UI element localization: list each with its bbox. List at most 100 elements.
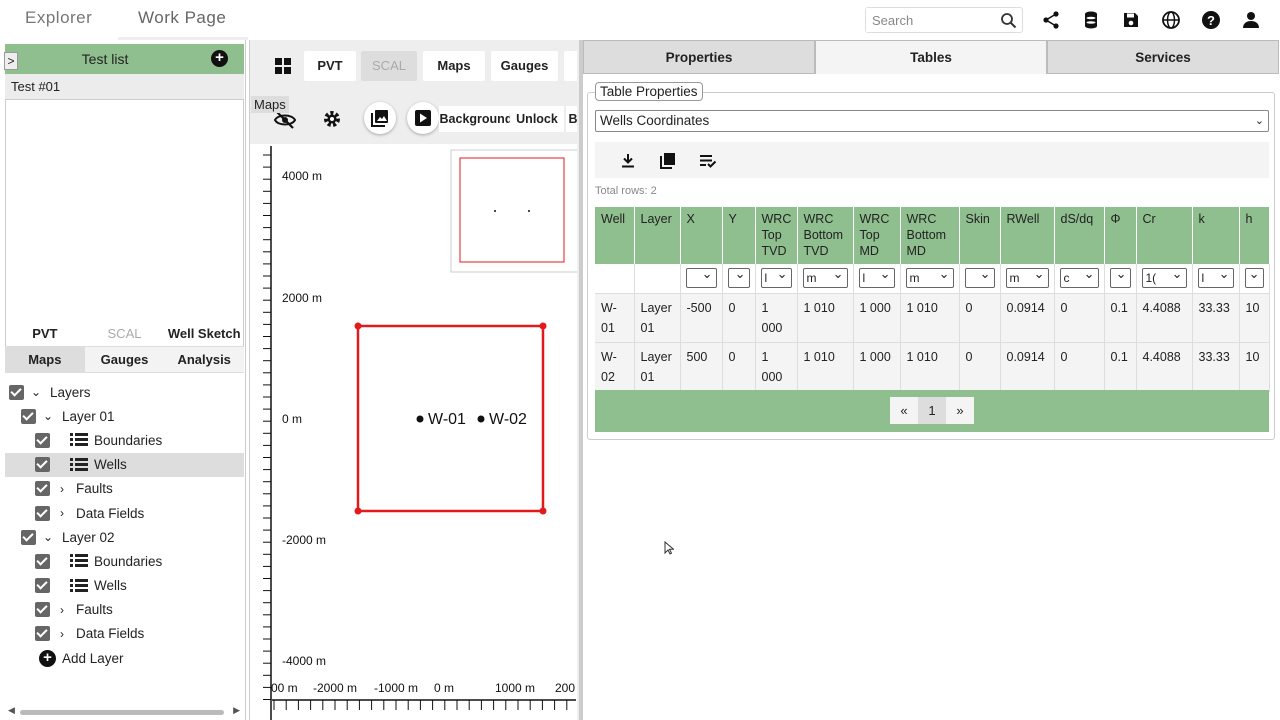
tab-pvt[interactable]: PVT (5, 321, 85, 347)
tab-gauges[interactable]: Gauges (84, 347, 165, 373)
column-header[interactable]: X (680, 207, 723, 264)
table-cell[interactable]: 4.4088 (1136, 293, 1193, 343)
chevron-down-icon[interactable]: ⌄ (42, 409, 54, 423)
table-cell[interactable]: 0 (1054, 342, 1105, 392)
checkbox[interactable] (21, 408, 36, 424)
table-cell[interactable]: 10 (1239, 293, 1270, 343)
column-header[interactable]: Layer (634, 207, 681, 264)
checkbox[interactable] (35, 457, 50, 473)
background-button[interactable]: Background (439, 106, 513, 132)
table-cell[interactable]: 1 010 (797, 293, 854, 343)
unit-select[interactable] (1244, 268, 1264, 288)
column-header[interactable]: Y (722, 207, 756, 264)
minimap[interactable] (450, 149, 579, 273)
table-cell[interactable]: 1 000 (755, 293, 798, 343)
chevron-right-icon[interactable]: › (56, 603, 68, 617)
table-cell[interactable]: 33.33 (1192, 342, 1240, 392)
well-marker-w-02[interactable]: W-02 (477, 411, 528, 428)
test-list-item[interactable]: Test #01 (5, 74, 244, 100)
table-cell[interactable]: 0.1 (1104, 293, 1137, 343)
download-icon[interactable] (621, 153, 635, 168)
playlist-check-icon[interactable] (699, 154, 717, 168)
chevron-down-icon[interactable]: ⌄ (30, 385, 42, 399)
image-button[interactable] (364, 102, 396, 134)
checkbox[interactable] (35, 626, 50, 642)
add-layer-button[interactable]: + Add Layer (5, 646, 244, 670)
column-header[interactable]: h (1239, 207, 1270, 264)
unit-select[interactable]: 1( (1141, 268, 1187, 288)
column-header[interactable]: WRC Bottom MD (900, 207, 960, 264)
tab-analysis[interactable]: Analysis (164, 347, 245, 373)
user-icon[interactable] (1241, 10, 1261, 30)
table-cell[interactable]: 0 (959, 342, 1001, 392)
tab-services[interactable]: Services (1047, 40, 1279, 74)
checkbox[interactable] (35, 602, 50, 618)
unit-select[interactable]: m (1005, 268, 1049, 288)
unit-select[interactable]: l (1197, 268, 1234, 288)
table-cell[interactable]: 1 000 (853, 293, 901, 343)
tab-well-sketch[interactable]: Well Sketch (164, 321, 245, 347)
table-cell[interactable]: 0 (1054, 293, 1105, 343)
table-cell[interactable]: -500 (680, 293, 723, 343)
table-cell[interactable]: 0 (722, 293, 756, 343)
tab-tables[interactable]: Tables (815, 40, 1047, 74)
table-row[interactable]: W-01 Layer 01 -500 0 1 000 1 010 1 000 1 010 0 0.… (595, 293, 1270, 343)
tab-scal[interactable]: SCAL (84, 321, 165, 347)
copy-icon[interactable] (660, 152, 676, 169)
checkbox[interactable] (21, 529, 36, 545)
tab-properties[interactable]: Properties (583, 40, 815, 74)
table-cell[interactable]: 1 010 (797, 342, 854, 392)
table-cell[interactable]: 1 000 (853, 342, 901, 392)
table-cell[interactable]: 500 (680, 342, 723, 392)
chevron-right-icon[interactable]: › (56, 627, 68, 641)
table-cell[interactable]: 1 010 (900, 342, 960, 392)
tab-maps[interactable]: Maps (423, 51, 485, 81)
chevron-down-icon[interactable]: ⌄ (42, 530, 54, 544)
unit-select[interactable] (685, 268, 717, 288)
prev-page-button[interactable]: « (890, 397, 918, 424)
unit-select[interactable] (964, 268, 995, 288)
checkbox[interactable] (35, 505, 50, 521)
map-plot[interactable]: 4000 m2000 m0 m-2000 m-4000 m 00 m -2000 … (250, 144, 580, 720)
table-cell[interactable]: 1 010 (900, 293, 960, 343)
tree-row-data-fields[interactable]: › Data Fields (5, 501, 244, 525)
play-button[interactable] (407, 102, 439, 134)
collapse-panel-button[interactable]: > (4, 52, 18, 70)
unit-select[interactable]: m (802, 268, 848, 288)
checkbox[interactable] (35, 578, 50, 594)
table-cell[interactable]: 0.0914 (1000, 342, 1055, 392)
table-cell[interactable]: Layer 01 (634, 293, 681, 343)
tab-pvt[interactable]: PVT (304, 51, 356, 81)
column-header[interactable]: k (1192, 207, 1240, 264)
tree-row-faults[interactable]: › Faults (5, 477, 244, 501)
tree-row-wells[interactable]: Wells (5, 452, 244, 477)
grid-icon[interactable] (275, 58, 291, 74)
horizontal-scrollbar[interactable]: ◀ ▶ (8, 705, 240, 716)
checkbox[interactable] (35, 432, 50, 448)
tree-row-wells[interactable]: Wells (5, 574, 244, 598)
tab-explorer[interactable]: Explorer (25, 8, 92, 28)
well-marker-w-01[interactable]: W-01 (416, 411, 467, 428)
table-cell[interactable]: 0 (959, 293, 1001, 343)
tree-row-layer-01[interactable]: ⌄ Layer 01 (5, 404, 244, 428)
column-header[interactable]: Φ (1104, 207, 1137, 264)
column-header[interactable]: RWell (1000, 207, 1055, 264)
search-icon[interactable] (1000, 12, 1017, 29)
database-icon[interactable] (1081, 10, 1101, 30)
tree-row-layers[interactable]: ⌄ Layers (5, 380, 244, 404)
save-icon[interactable] (1121, 10, 1141, 30)
page-button[interactable]: 1 (918, 397, 946, 424)
tree-row-layer-02[interactable]: ⌄ Layer 02 (5, 525, 244, 549)
next-page-button[interactable]: » (946, 397, 974, 424)
checkbox[interactable] (9, 384, 24, 400)
unit-select[interactable]: l (858, 268, 895, 288)
globe-icon[interactable] (1161, 10, 1181, 30)
column-header[interactable]: dS/dq (1054, 207, 1105, 264)
unlock-button[interactable]: Unlock (510, 106, 564, 132)
column-header[interactable]: Skin (959, 207, 1001, 264)
column-header[interactable]: WRC Bottom TVD (797, 207, 854, 264)
table-cell[interactable]: 33.33 (1192, 293, 1240, 343)
column-header[interactable]: WRC Top TVD (755, 207, 798, 264)
table-cell[interactable]: 0 (722, 342, 756, 392)
gear-icon[interactable] (322, 109, 342, 129)
